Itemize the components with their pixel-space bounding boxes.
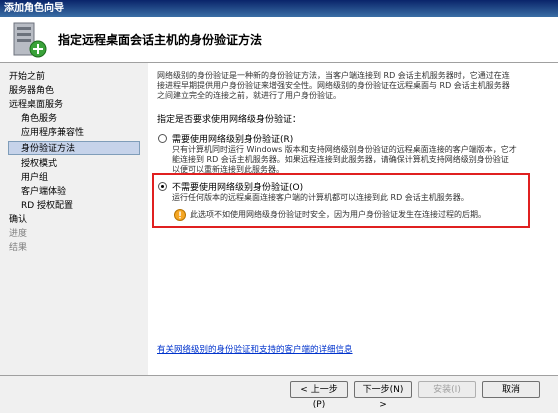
require-nla-label[interactable]: 需要使用网络级别身份验证(R) xyxy=(172,132,293,145)
install-button[interactable]: 安装(I) xyxy=(418,381,476,398)
nav-item-client-experience[interactable]: 客户端体验 xyxy=(21,185,66,199)
nav-item-before-you-begin[interactable]: 开始之前 xyxy=(9,70,45,84)
nav-item-remote-desktop-services[interactable]: 远程桌面服务 xyxy=(9,98,63,112)
wizard-footer: < 上一步(P) 下一步(N) > 安装(I) 取消 xyxy=(0,375,558,412)
nav-item-licensing-mode[interactable]: 授权模式 xyxy=(21,157,57,171)
no-nla-warning: 此选项不如使用网络级身份验证时安全，因为用户身份验证发生在连接过程的后期。 xyxy=(190,210,486,219)
wizard-content: 网络级别的身份验证是一种新的身份验证方法，当客户端连接到 RD 会话主机服务器时… xyxy=(148,63,558,375)
nav-item-user-groups[interactable]: 用户组 xyxy=(21,171,48,185)
require-nla-desc-2: 能连接到 RD 会话主机服务器。如果远程连接到此服务器，请确保计算机支持网络级别… xyxy=(172,155,509,164)
nav-item-app-compat[interactable]: 应用程序兼容性 xyxy=(21,126,84,140)
nav-item-server-roles[interactable]: 服务器角色 xyxy=(9,84,54,98)
previous-button[interactable]: < 上一步(P) xyxy=(290,381,348,410)
nav-item-confirm[interactable]: 确认 xyxy=(9,213,27,227)
require-nla-radio[interactable] xyxy=(158,134,167,143)
nav-item-results: 结果 xyxy=(9,243,28,253)
intro-line-3: 之间建立完全的连接之前，就进行了用户身份验证。 xyxy=(157,91,341,100)
nav-item-role-services[interactable]: 角色服务 xyxy=(21,112,57,126)
intro-line-1: 网络级别的身份验证是一种新的身份验证方法，当客户端连接到 RD 会话主机服务器时… xyxy=(157,71,510,80)
nav-item-auth-method[interactable]: 身份验证方法 xyxy=(8,141,140,155)
nla-info-link[interactable]: 有关网络级别的身份验证和支持的客户端的详细信息 xyxy=(157,343,353,355)
wizard-header: 指定远程桌面会话主机的身份验证方法 xyxy=(0,17,558,63)
page-title: 指定远程桌面会话主机的身份验证方法 xyxy=(58,33,263,47)
auth-question: 指定是否要求使用网络级身份验证： xyxy=(157,115,302,125)
warning-icon xyxy=(174,209,186,221)
wizard-nav: 开始之前 服务器角色 远程桌面服务 角色服务 应用程序兼容性 身份验证方法 授权… xyxy=(0,63,147,375)
no-nla-label[interactable]: 不需要使用网络级别身份验证(O) xyxy=(172,180,303,193)
intro-line-2: 接进程早期提供用户身份验证来增强安全性。网络级别的身份验证在远程桌面与 RD 会… xyxy=(157,81,510,90)
no-nla-desc: 运行任何版本的远程桌面连接客户端的计算机都可以连接到此 RD 会话主机服务器。 xyxy=(172,193,469,202)
server-role-icon xyxy=(13,22,47,58)
no-nla-radio[interactable] xyxy=(158,182,167,191)
next-button[interactable]: 下一步(N) > xyxy=(354,381,412,410)
nav-item-rd-licensing[interactable]: RD 授权配置 xyxy=(21,199,73,213)
nav-item-progress: 进度 xyxy=(9,229,28,239)
require-nla-desc-1: 只有计算机同时运行 Windows 版本和支持网络级别身份验证的远程桌面连接的客… xyxy=(172,145,517,154)
window-title: 添加角色向导 xyxy=(0,0,558,17)
cancel-button[interactable]: 取消 xyxy=(482,381,540,398)
